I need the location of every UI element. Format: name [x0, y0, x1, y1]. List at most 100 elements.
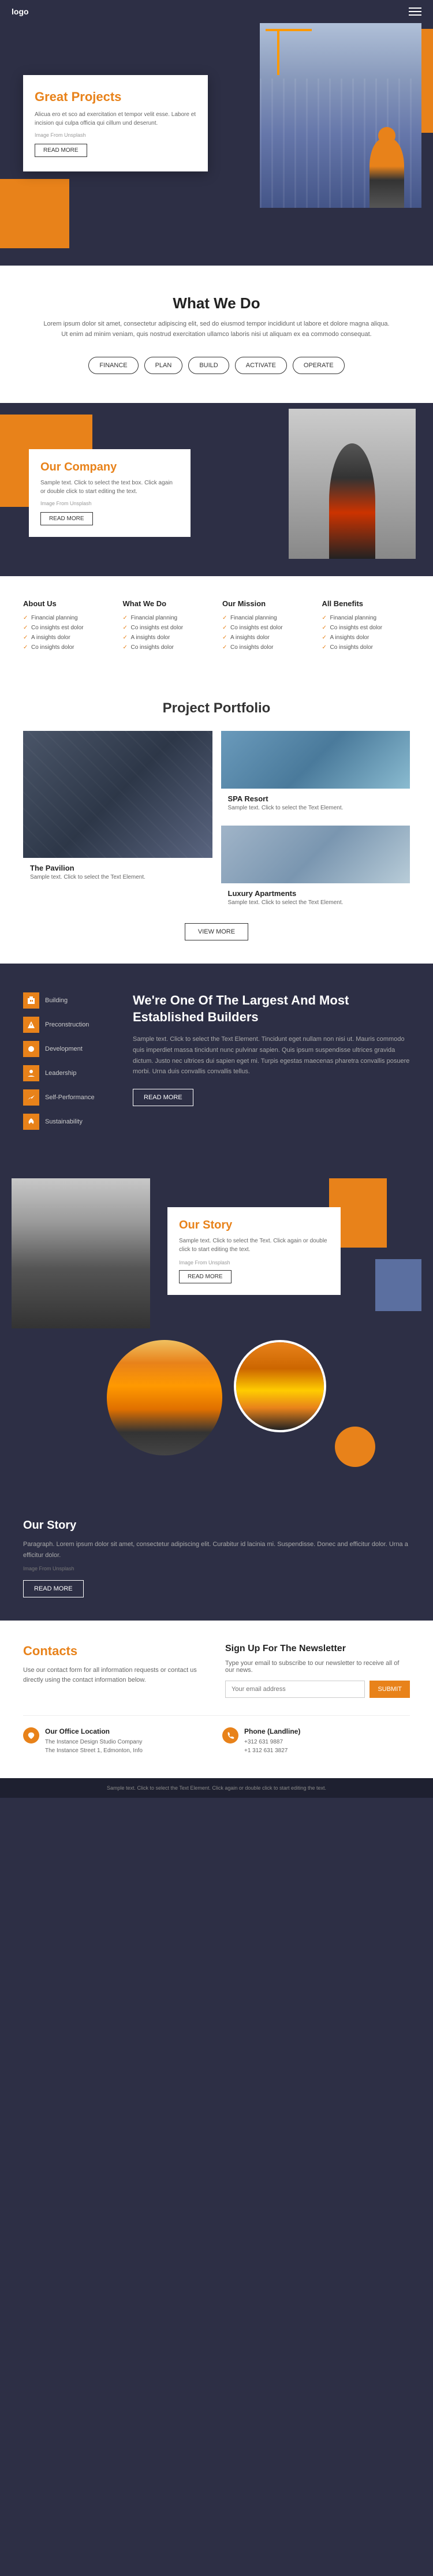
list-item: Financial planning	[23, 615, 111, 621]
builders-read-more-button[interactable]: READ MORE	[133, 1089, 193, 1106]
portfolio-img-luxury	[221, 826, 410, 883]
list-item: Co insights est dolor	[23, 625, 111, 631]
portfolio-img-spa	[221, 731, 410, 789]
footer-text: Sample text. Click to select the Text El…	[12, 1785, 421, 1791]
portfolio-item-spa[interactable]: SPA Resort Sample text. Click to select …	[221, 731, 410, 817]
builder-label-development: Development	[45, 1046, 83, 1052]
portfolio-img-pavilion	[23, 731, 212, 858]
oc-person-image	[289, 409, 416, 559]
worker-image-2	[236, 1342, 324, 1430]
about-col-3-title: All Benefits	[322, 599, 410, 608]
about-col-2-list: Financial planning Co insights est dolor…	[222, 615, 311, 651]
our-company-image-label: Image From Unsplash	[40, 501, 179, 506]
contacts-left: Contacts Use our contact form for all in…	[23, 1644, 208, 1698]
newsletter-description: Type your email to subscribe to our news…	[225, 1660, 410, 1674]
builder-icon-row-building: Building	[23, 992, 115, 1009]
our-story-2-read-more-button[interactable]: READ MORE	[23, 1580, 84, 1597]
what-we-do-section: What We Do Lorem ipsum dolor sit amet, c…	[0, 266, 433, 403]
hero-section: Great Projects Alicua ero et sco ad exer…	[0, 23, 433, 266]
builder-icon-row-development: Development	[23, 1041, 115, 1057]
newsletter-email-input[interactable]	[225, 1681, 365, 1698]
office-address: The Instance Street 1, Edmonton, Info	[45, 1746, 143, 1755]
portfolio-title: Project Portfolio	[23, 700, 410, 716]
office-title: Our Office Location	[45, 1727, 143, 1735]
contacts-section: Contacts Use our contact form for all in…	[0, 1621, 433, 1778]
builders-content: We're One Of The Largest And Most Establ…	[133, 992, 410, 1106]
about-col-0-title: About Us	[23, 599, 111, 608]
builder-icon-row-sustainability: Sustainability	[23, 1114, 115, 1130]
pill-finance[interactable]: FINANCE	[88, 357, 138, 374]
pills-row: FINANCE PLAN BUILD ACTIVATE OPERATE	[23, 357, 410, 374]
our-story-2-title: Our Story	[23, 1519, 410, 1532]
about-col-3: All Benefits Financial planning Co insig…	[322, 599, 410, 654]
worker-image-1	[107, 1340, 222, 1455]
our-story-1-title: Our Story	[179, 1219, 329, 1232]
portfolio-name-pavilion: The Pavilion	[30, 864, 206, 872]
workers-row	[23, 1340, 410, 1455]
builder-label-building: Building	[45, 997, 68, 1004]
location-icon	[23, 1727, 39, 1744]
portfolio-name-spa: SPA Resort	[228, 794, 404, 803]
portfolio-item-pavilion[interactable]: The Pavilion Sample text. Click to selec…	[23, 731, 212, 912]
contact-office: Our Office Location The Instance Design …	[23, 1727, 211, 1755]
os-person-image	[12, 1178, 150, 1328]
list-item: Financial planning	[322, 615, 410, 621]
newsletter-submit-button[interactable]: SUBMIT	[369, 1681, 410, 1698]
pill-operate[interactable]: OPERATE	[293, 357, 345, 374]
builder-icon-row-leadership: Leadership	[23, 1065, 115, 1081]
our-story-2-image-label: Image From Unsplash	[23, 1566, 410, 1571]
what-we-do-title: What We Do	[23, 294, 410, 312]
hamburger-menu[interactable]	[409, 8, 421, 16]
our-company-title: Our Company	[40, 461, 179, 474]
about-col-0: About Us Financial planning Co insights …	[23, 599, 111, 654]
pill-build[interactable]: BUILD	[188, 357, 229, 374]
phone-number2: +1 312 631 3827	[244, 1746, 300, 1755]
office-company: The Instance Design Studio Company	[45, 1738, 143, 1746]
our-story-1-read-more-button[interactable]: READ MORE	[179, 1270, 232, 1283]
portfolio-caption-spa: SPA Resort Sample text. Click to select …	[221, 789, 410, 817]
hero-card: Great Projects Alicua ero et sco ad exer…	[23, 75, 208, 171]
our-company-card: Our Company Sample text. Click to select…	[29, 449, 191, 537]
pill-activate[interactable]: ACTIVATE	[235, 357, 287, 374]
builders-icons: Building Preconstruction Development Lea…	[23, 992, 115, 1138]
builder-label-preconstruction: Preconstruction	[45, 1021, 89, 1028]
our-story-1-card: Our Story Sample text. Click to select t…	[167, 1207, 341, 1295]
list-item: A insights dolor	[123, 634, 211, 641]
list-item: A insights dolor	[322, 634, 410, 641]
list-item: A insights dolor	[222, 634, 311, 641]
list-item: Co insights est dolor	[222, 625, 311, 631]
phone-title: Phone (Landline)	[244, 1727, 300, 1735]
hero-read-more-button[interactable]: READ MORE	[35, 144, 87, 157]
office-info: Our Office Location The Instance Design …	[45, 1727, 143, 1755]
hero-description: Alicua ero et sco ad exercitation et tem…	[35, 110, 196, 128]
workers-section	[0, 1328, 433, 1496]
contacts-description: Use our contact form for all information…	[23, 1666, 208, 1686]
phone-icon	[222, 1727, 238, 1744]
construction-icon	[23, 1017, 39, 1033]
sustainability-icon	[23, 1114, 39, 1130]
portfolio-section: Project Portfolio The Pavilion Sample te…	[0, 677, 433, 964]
pill-plan[interactable]: PLAN	[144, 357, 183, 374]
hero-building-image	[260, 23, 421, 208]
our-company-description: Sample text. Click to select the text bo…	[40, 479, 179, 496]
portfolio-grid: The Pavilion Sample text. Click to selec…	[23, 731, 410, 912]
performance-icon	[23, 1089, 39, 1106]
portfolio-item-luxury[interactable]: Luxury Apartments Sample text. Click to …	[221, 826, 410, 912]
footer: Sample text. Click to select the Text El…	[0, 1778, 433, 1798]
builder-icon-row-performance: Self-Performance	[23, 1089, 115, 1106]
phone-number1: +312 631 9887	[244, 1738, 300, 1746]
our-story-1-image-label: Image From Unsplash	[179, 1260, 329, 1265]
our-company-read-more-button[interactable]: READ MORE	[40, 512, 93, 525]
orange-dot-decoration	[335, 1427, 375, 1467]
list-item: Co insights est dolor	[123, 625, 211, 631]
our-story-1-section: Our Story Sample text. Click to select t…	[0, 1167, 433, 1328]
builders-title: We're One Of The Largest And Most Establ…	[133, 992, 410, 1025]
portfolio-right-col: SPA Resort Sample text. Click to select …	[221, 731, 410, 912]
logo: logo	[12, 7, 29, 16]
about-grid-section: About Us Financial planning Co insights …	[0, 576, 433, 677]
what-we-do-description: Lorem ipsum dolor sit amet, consectetur …	[43, 319, 390, 339]
worker-circle-large	[107, 1340, 222, 1455]
list-item: Financial planning	[222, 615, 311, 621]
about-col-1: What We Do Financial planning Co insight…	[123, 599, 211, 654]
view-more-button[interactable]: VIEW MORE	[185, 923, 248, 940]
